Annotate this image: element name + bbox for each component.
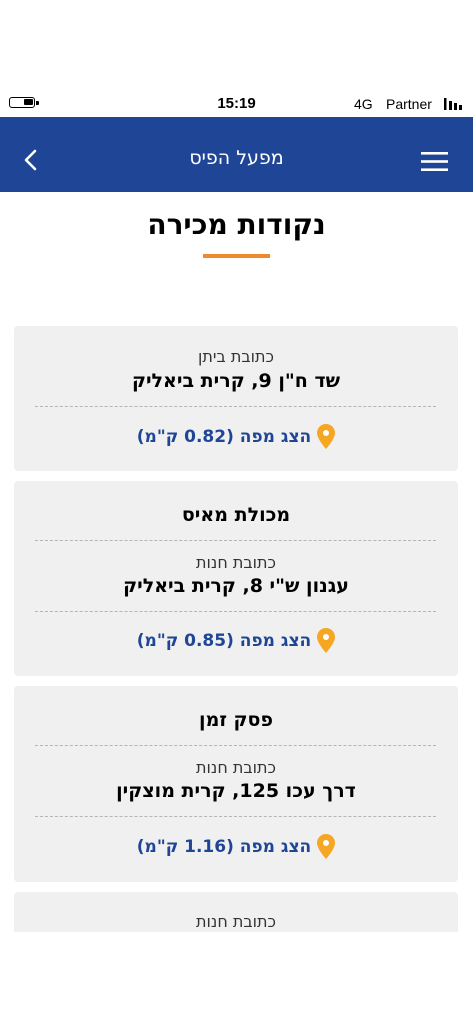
divider [35, 406, 436, 407]
show-map-link[interactable]: הצג מפה (1.16 ק"מ) [14, 834, 458, 859]
map-pin-icon [317, 628, 336, 653]
sales-point-card: כתובת ביתן שד ח"ן 9, קרית ביאליק הצג מפה… [14, 326, 458, 471]
signal-bars-icon [444, 98, 462, 110]
address-label: כתובת חנות [196, 553, 276, 572]
sales-point-card: פסק זמן כתובת חנות דרך עכו 125, קרית מוצ… [14, 686, 458, 882]
address-label: כתובת חנות [196, 912, 276, 931]
show-map-text: הצג מפה (1.16 ק"מ) [136, 836, 312, 857]
address-value: שד ח"ן 9, קרית ביאליק [131, 370, 341, 392]
show-map-link[interactable]: הצג מפה (0.85 ק"מ) [14, 628, 458, 653]
map-pin-icon [317, 424, 336, 449]
address-value: דרך עכו 125, קרית מוצקין [116, 780, 356, 802]
title-underline [203, 254, 270, 258]
divider [35, 816, 436, 817]
show-map-text: הצג מפה (0.85 ק"מ) [136, 630, 312, 651]
address-label: כתובת חנות [196, 758, 276, 777]
header-title: מפעל הפיס [189, 147, 284, 169]
page-title: נקודות מכירה [147, 208, 326, 241]
divider [35, 611, 436, 612]
hamburger-menu-icon[interactable] [421, 152, 448, 171]
sales-point-card: מכולת מאיס כתובת חנות עגנון ש"י 8, קרית … [14, 481, 458, 676]
sales-point-card: כתובת חנות [14, 892, 458, 932]
status-carrier: Partner [386, 96, 432, 112]
address-value: עגנון ש"י 8, קרית ביאליק [123, 575, 349, 597]
divider [35, 745, 436, 746]
status-bar: 15:19 4G Partner [0, 92, 473, 116]
app-header: מפעל הפיס [0, 117, 473, 192]
store-name: פסק זמן [199, 709, 273, 731]
store-name: מכולת מאיס [181, 504, 291, 526]
address-label: כתובת ביתן [198, 347, 274, 366]
map-pin-icon [317, 834, 336, 859]
divider [35, 540, 436, 541]
status-network: 4G [354, 96, 373, 112]
show-map-link[interactable]: הצג מפה (0.82 ק"מ) [14, 424, 458, 449]
show-map-text: הצג מפה (0.82 ק"מ) [136, 426, 312, 447]
